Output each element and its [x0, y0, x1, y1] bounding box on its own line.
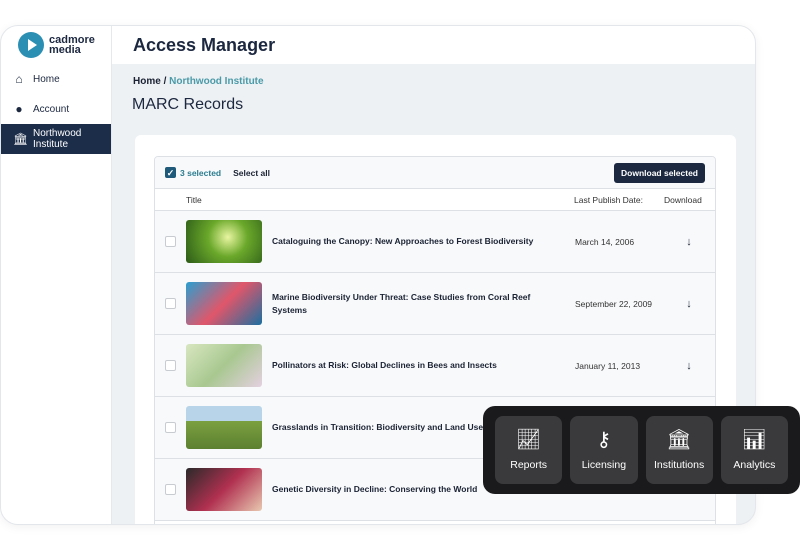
record-title[interactable]: Pollinators at Risk: Global Declines in …: [272, 359, 552, 372]
record-thumbnail: [186, 344, 262, 387]
table-row: Pollinators at Risk: Global Declines in …: [155, 335, 715, 397]
breadcrumb-current: Northwood Institute: [169, 76, 264, 87]
record-thumbnail: [186, 468, 262, 511]
row-checkbox[interactable]: [165, 422, 176, 433]
sidebar-item-label: Home: [33, 73, 60, 85]
record-date: September 22, 2009: [575, 298, 653, 309]
sidebar-item-label: Account: [33, 103, 70, 115]
sidebar-item-label: Northwood Institute: [33, 128, 82, 150]
record-date: January 11, 2013: [575, 360, 641, 371]
record-thumbnail: [186, 406, 262, 449]
line-chart-icon: 📈︎: [515, 429, 542, 451]
tile-label: Analytics: [733, 459, 776, 471]
row-checkbox[interactable]: [165, 298, 176, 309]
sidebar-item-home[interactable]: ⌂ Home: [1, 64, 111, 94]
licensing-button[interactable]: ⚷ Licensing: [570, 416, 638, 484]
sidebar-item-northwood-institute[interactable]: 🏛 Northwood Institute: [1, 124, 111, 154]
brand-text: media: [49, 44, 81, 56]
record-title[interactable]: Cataloguing the Canopy: New Approaches t…: [272, 235, 552, 248]
tile-label: Institutions: [654, 459, 705, 471]
table-row: Cataloguing the Canopy: New Approaches t…: [155, 211, 715, 273]
logo-icon: [18, 32, 44, 58]
select-all-link[interactable]: Select all: [233, 168, 270, 178]
column-headers: Title Last Publish Date: Download: [155, 189, 715, 211]
record-thumbnail: [186, 282, 262, 325]
selected-count: 3 selected: [180, 167, 222, 178]
logo[interactable]: cadmore media: [1, 26, 111, 64]
download-selected-button[interactable]: Download selected: [614, 162, 705, 183]
tile-label: Reports: [510, 459, 547, 471]
institutions-button[interactable]: 🏛︎ Institutions: [645, 416, 713, 484]
row-checkbox[interactable]: [165, 236, 176, 247]
column-title[interactable]: Title: [186, 195, 574, 205]
sidebar-item-account[interactable]: ● Account: [1, 94, 111, 124]
breadcrumb-separator: /: [163, 76, 167, 87]
download-icon[interactable]: ↓: [674, 236, 704, 248]
reports-button[interactable]: 📈︎ Reports: [495, 416, 563, 484]
sidebar: cadmore media ⌂ Home ● Account 🏛 Northwood I…: [1, 26, 112, 524]
home-icon: ⌂: [15, 72, 23, 86]
row-checkbox[interactable]: [165, 360, 176, 371]
breadcrumb-home[interactable]: Home: [133, 76, 161, 87]
column-date[interactable]: Last Publish Date:: [574, 195, 664, 205]
table-toolbar: ✓ 3 selected Select all Download selecte…: [155, 157, 715, 189]
table-row: Marine Biodiversity Under Threat: Case S…: [155, 273, 715, 335]
analytics-button[interactable]: 📊︎ Analytics: [720, 416, 788, 484]
bar-chart-icon: 📊︎: [741, 429, 768, 451]
feature-dock: 📈︎ Reports ⚷ Licensing 🏛︎ Institutions 📊︎ An…: [483, 406, 800, 494]
select-checkbox[interactable]: ✓: [165, 167, 176, 178]
record-title[interactable]: Marine Biodiversity Under Threat: Case S…: [272, 291, 552, 317]
tile-label: Licensing: [581, 459, 627, 471]
record-thumbnail: [186, 220, 262, 263]
page-title: MARC Records: [132, 96, 244, 113]
user-icon: ●: [15, 102, 23, 116]
row-checkbox[interactable]: [165, 484, 176, 495]
institution-icon: 🏛︎: [666, 429, 692, 451]
key-icon: ⚷: [596, 429, 612, 451]
column-download: Download: [664, 194, 702, 205]
download-icon[interactable]: ↓: [674, 298, 704, 310]
record-date: March 14, 2006: [575, 236, 635, 247]
institution-icon: 🏛: [13, 131, 29, 146]
app-header: Access Manager: [112, 26, 755, 64]
breadcrumb: Home / Northwood Institute: [133, 76, 264, 87]
download-icon[interactable]: ↓: [674, 360, 704, 372]
